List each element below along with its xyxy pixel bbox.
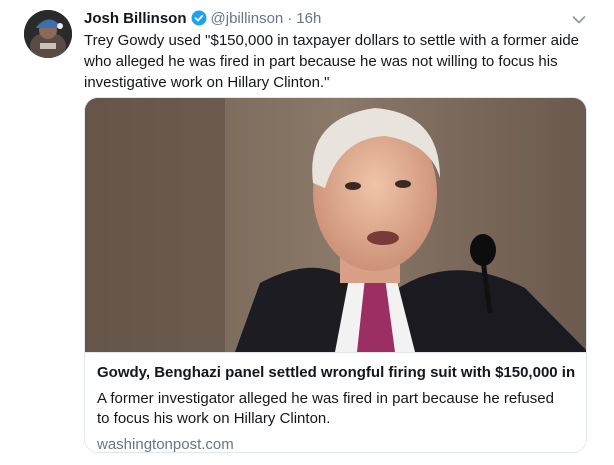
card-title[interactable]: Gowdy, Benghazi panel settled wrongful f… bbox=[97, 363, 576, 383]
card-description: A former investigator alleged he was fir… bbox=[97, 390, 554, 427]
author-name[interactable]: Josh Billinson bbox=[84, 10, 187, 27]
chevron-down-icon[interactable] bbox=[572, 12, 586, 24]
tweet-text: Trey Gowdy used "$150,000 in taxpayer do… bbox=[84, 32, 580, 91]
avatar-image bbox=[24, 10, 72, 58]
tweet-timestamp[interactable]: 16h bbox=[296, 10, 321, 27]
link-preview-card[interactable]: Gowdy, Benghazi panel settled wrongful f… bbox=[84, 97, 587, 453]
author-handle[interactable]: @jbillinson bbox=[211, 10, 284, 27]
card-image[interactable] bbox=[85, 98, 586, 352]
tweet[interactable]: Josh Billinson @jbillinson · 16h Trey Go… bbox=[0, 0, 614, 465]
author-avatar[interactable] bbox=[24, 10, 72, 58]
card-domain[interactable]: washingtonpost.com bbox=[97, 435, 576, 452]
card-body[interactable]: Gowdy, Benghazi panel settled wrongful f… bbox=[85, 352, 586, 452]
tweet-header: Josh Billinson @jbillinson · 16h bbox=[84, 8, 321, 28]
verified-badge-icon bbox=[191, 10, 207, 26]
separator-dot: · bbox=[287, 9, 293, 27]
